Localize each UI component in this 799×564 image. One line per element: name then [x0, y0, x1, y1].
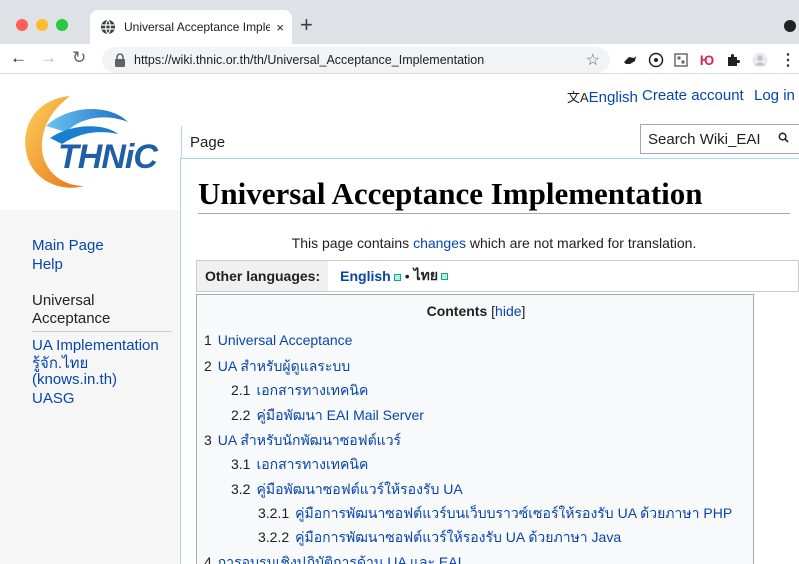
title-divider [198, 213, 790, 214]
browser-menu-icon[interactable]: ⋮ [780, 52, 796, 69]
other-languages-label: Other languages: [197, 261, 329, 291]
sidebar-divider [32, 331, 172, 332]
toc-item[interactable]: 3 UA สำหรับนักพัฒนาซอฟต์แวร์ [204, 430, 401, 452]
language-thai-label: ไทย [413, 267, 439, 283]
sidebar-item-help[interactable]: Help [32, 256, 63, 274]
translation-status-icon [441, 272, 449, 280]
toc-item-number: 3.2 [231, 481, 251, 497]
extension-qr-icon[interactable] [673, 52, 689, 68]
toc-item[interactable]: 2 UA สำหรับผู้ดูแลระบบ [204, 356, 350, 378]
changes-link[interactable]: changes [413, 235, 466, 251]
close-tab-icon[interactable]: × [276, 20, 284, 35]
globe-icon [101, 19, 115, 35]
sidebar-section-title-line2: Acceptance [32, 310, 111, 327]
reload-icon[interactable]: ↻ [72, 48, 86, 68]
browser-tab-active[interactable]: Universal Acceptance Impleme × [90, 10, 292, 44]
translation-status-icon [393, 273, 401, 281]
tab-title: Universal Acceptance Impleme [124, 20, 271, 34]
language-link[interactable]: 文AEnglish [567, 87, 638, 106]
toc-item-number: 3.1 [231, 456, 251, 472]
toc-item-text: UA สำหรับนักพัฒนาซอฟต์แวร์ [217, 432, 402, 448]
language-separator: • [404, 268, 410, 284]
extension-yu-icon[interactable]: Ю [699, 52, 715, 68]
search-input[interactable]: Search Wiki_EAI [640, 124, 799, 154]
toc-item[interactable]: 3.2.2 คู่มือการพัฒนาซอฟต์แวร์ให้รองรับ UA… [258, 527, 621, 549]
notice-text-after: which are not marked for translation. [466, 235, 697, 251]
create-account-link[interactable]: Create account [642, 87, 744, 104]
toc-item-text: เอกสารทางเทคนิค [256, 456, 369, 472]
language-option-thai: ไทย [413, 265, 449, 287]
toc-header: Contents [hide] [197, 303, 755, 319]
browser-tab-bar: Universal Acceptance Impleme × + [0, 0, 799, 44]
extension-help-icon[interactable] [648, 52, 664, 68]
search-placeholder: Search Wiki_EAI [648, 130, 761, 148]
toc-item-number: 2.2 [231, 407, 251, 423]
toc-item-number: 3 [204, 432, 212, 448]
close-window-button[interactable] [16, 19, 28, 31]
table-of-contents: Contents [hide] 1 Universal Acceptance 2U… [196, 294, 754, 564]
toc-item-number: 3.2.2 [258, 529, 290, 545]
toc-item-number: 1 [204, 332, 212, 348]
bookmark-star-icon[interactable]: ☆ [586, 50, 600, 70]
minimize-window-button[interactable] [36, 19, 48, 31]
site-logo[interactable]: THNiC [0, 74, 180, 210]
url-text[interactable]: https://wiki.thnic.or.th/th/Universal_Ac… [134, 53, 586, 67]
sidebar-section-title-line1: Universal [32, 292, 95, 309]
toc-item-text: UA สำหรับผู้ดูแลระบบ [217, 358, 351, 374]
toc-bracket-close: ] [521, 303, 526, 319]
translation-notice: This page contains changes which are not… [198, 235, 790, 251]
toc-title: Contents [426, 303, 488, 319]
language-link-label: English [588, 89, 638, 106]
extensions-puzzle-icon[interactable] [725, 52, 741, 68]
extension-bird-icon[interactable] [622, 52, 638, 68]
lock-icon [115, 53, 125, 67]
new-tab-button[interactable]: + [300, 14, 313, 36]
toc-item[interactable]: 3.2.1 คู่มือการพัฒนาซอฟต์แวร์บนเว็บบราวซ์… [258, 503, 732, 525]
toc-item[interactable]: 3.2 คู่มือพัฒนาซอฟต์แวร์ให้รองรับ UA [231, 479, 463, 501]
toc-item-number: 2.1 [231, 382, 251, 398]
notice-text-before: This page contains [291, 235, 414, 251]
toc-item[interactable]: 1 Universal Acceptance [204, 332, 352, 348]
toc-item[interactable]: 2.1 เอกสารทางเทคนิค [231, 380, 368, 402]
language-option-english[interactable]: English [340, 268, 401, 284]
toc-hide-link[interactable]: hide [495, 303, 521, 319]
browser-toolbar: ← → ↻ https://wiki.thnic.or.th/th/Univer… [0, 44, 799, 74]
sidebar-item-main-page[interactable]: Main Page [32, 237, 104, 255]
sidebar-item-knows-line2[interactable]: (knows.in.th) [32, 371, 117, 389]
address-bar[interactable]: https://wiki.thnic.or.th/th/Universal_Ac… [102, 47, 610, 73]
toc-item[interactable]: 3.1 เอกสารทางเทคนิค [231, 454, 368, 476]
translate-icon: 文A [567, 90, 589, 105]
toc-item[interactable]: 4 การอบรมเชิงปฏิบัติการด้าน UA และ EAI [204, 552, 462, 564]
page-title: Universal Acceptance Implementation [198, 176, 703, 211]
toc-item-number: 4 [204, 554, 212, 564]
toc-item-text: คู่มือการพัฒนาซอฟต์แวร์บนเว็บบราวซ์เซอร์… [295, 505, 733, 521]
toc-item[interactable]: 2.2 คู่มือพัฒนา EAI Mail Server [231, 405, 424, 427]
logo-text: THNiC [58, 138, 158, 176]
profile-avatar-icon[interactable] [752, 52, 768, 68]
back-arrow-icon[interactable]: ← [10, 48, 27, 68]
forward-arrow-icon[interactable]: → [40, 48, 57, 68]
toc-item-text: Universal Acceptance [217, 332, 353, 348]
search-icon[interactable] [778, 132, 789, 146]
toc-item-text: คู่มือพัฒนา EAI Mail Server [256, 407, 424, 423]
tab-page[interactable]: Page [181, 126, 231, 158]
toc-item-text: การอบรมเชิงปฏิบัติการด้าน UA และ EAI [217, 554, 462, 564]
other-languages-bar: Other languages: English • ไทย [196, 260, 799, 292]
wiki-page: THNiC Main Page Help Universal Acceptanc… [0, 74, 799, 564]
sidebar-item-uasg[interactable]: UASG [32, 390, 75, 408]
toc-item-text: คู่มือการพัฒนาซอฟต์แวร์ให้รองรับ UA ด้วย… [295, 529, 622, 545]
toc-item-text: เอกสารทางเทคนิค [256, 382, 369, 398]
toc-item-number: 2 [204, 358, 212, 374]
toc-item-text: คู่มือพัฒนาซอฟต์แวร์ให้รองรับ UA [256, 481, 463, 497]
language-english-label: English [340, 268, 391, 284]
sidebar-item-ua-implementation[interactable]: UA Implementation [32, 337, 159, 355]
toc-item-number: 3.2.1 [258, 505, 290, 521]
tab-search-icon[interactable] [784, 20, 796, 32]
sidebar: THNiC Main Page Help Universal Acceptanc… [0, 74, 180, 564]
log-in-link[interactable]: Log in [754, 87, 795, 104]
maximize-window-button[interactable] [56, 19, 68, 31]
